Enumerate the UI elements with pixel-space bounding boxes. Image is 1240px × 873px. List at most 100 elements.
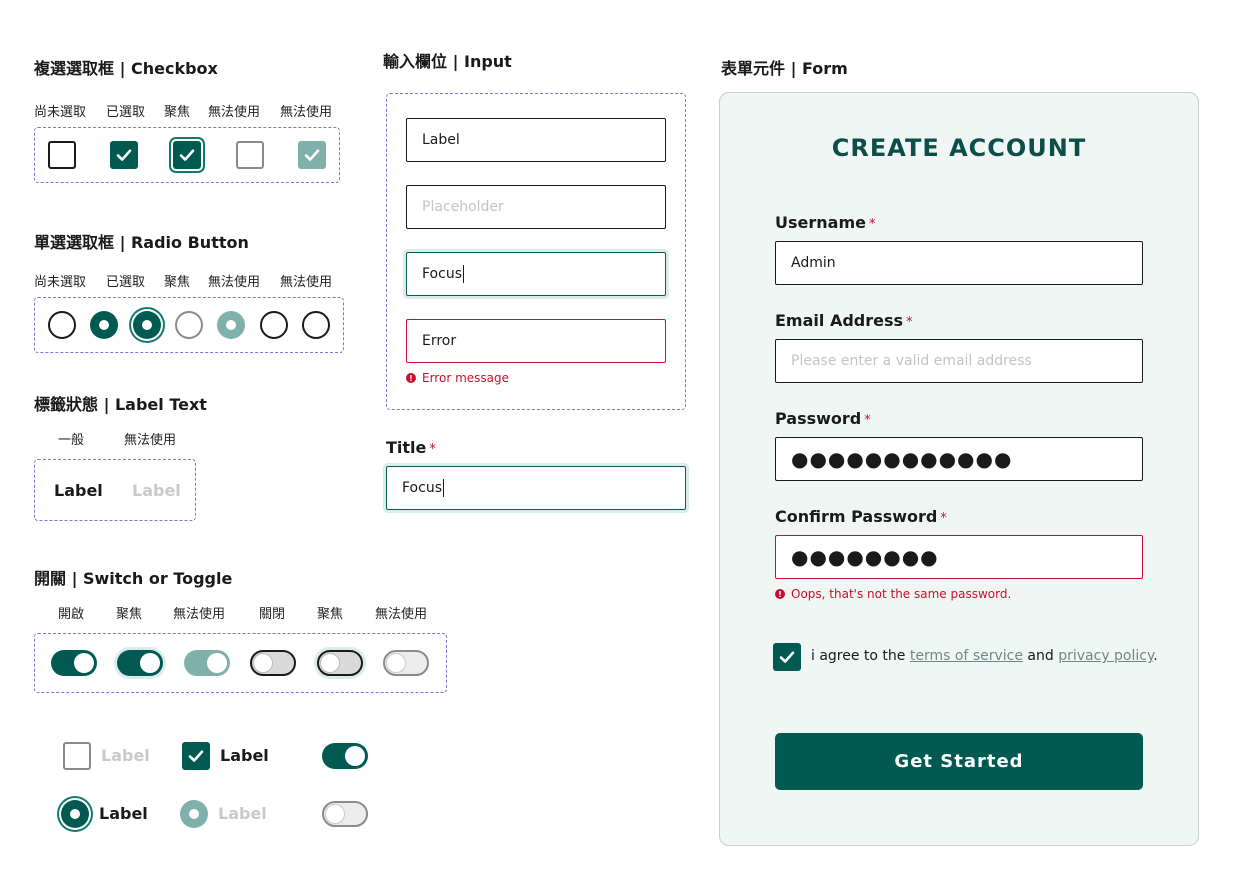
titled-input-focused[interactable]: Focus — [386, 466, 686, 510]
toggle-state-on-focus-label: 聚焦 — [116, 607, 143, 622]
confirm-password-error: ! Oops, that's not the same password. — [775, 587, 1011, 601]
get-started-button[interactable]: Get Started — [775, 733, 1143, 790]
label-text-section-title: 標籤狀態 | Label Text — [34, 395, 207, 414]
checkbox-disabled — [236, 141, 264, 169]
combo-radio-disabled-label: Label — [218, 804, 267, 823]
checkbox-state-disabled-label: 無法使用 — [208, 105, 261, 120]
combo-checkbox-checked-label: Label — [220, 746, 269, 765]
privacy-policy-link[interactable]: privacy policy — [1058, 648, 1153, 664]
required-mark: * — [429, 442, 436, 457]
error-icon: ! — [406, 373, 416, 383]
agree-checkbox[interactable] — [773, 643, 801, 671]
input-section-title: 輸入欄位 | Input — [383, 52, 512, 71]
titled-input-label-text: Title — [386, 438, 427, 457]
required-mark: * — [940, 511, 947, 526]
required-mark: * — [864, 413, 871, 428]
input-error-message-text: Error message — [422, 371, 509, 385]
combo-checkbox-disabled — [63, 742, 91, 770]
checkbox-checked[interactable] — [110, 141, 138, 169]
radio-disabled — [175, 311, 203, 339]
agree-text: i agree to the terms of service and priv… — [811, 648, 1158, 664]
combo-checkbox-checked[interactable] — [182, 742, 210, 770]
username-input[interactable]: Admin — [775, 241, 1143, 285]
toggle-on-disabled — [184, 650, 230, 676]
checkbox-state-unchecked-label: 尚未選取 — [34, 105, 87, 120]
toggle-knob — [74, 653, 94, 673]
toggle-knob — [320, 653, 340, 673]
radio-state-unselected-label: 尚未選取 — [34, 275, 87, 290]
checkbox-state-focus-label: 聚焦 — [164, 105, 191, 120]
titled-input-label: Title * — [386, 438, 436, 457]
combo-toggle-on[interactable] — [322, 743, 368, 769]
checkbox-unchecked[interactable] — [48, 141, 76, 169]
input-placeholder[interactable]: Placeholder — [406, 185, 666, 229]
radio-state-disabled-label: 無法使用 — [208, 275, 261, 290]
toggle-off-focused[interactable] — [317, 650, 363, 676]
text-caret — [462, 265, 464, 283]
radio-unselected-extra-2[interactable] — [302, 311, 330, 339]
error-icon: ! — [775, 589, 785, 599]
label-state-normal: 一般 — [58, 433, 85, 448]
username-value: Admin — [791, 255, 836, 271]
required-mark: * — [906, 315, 913, 330]
email-input[interactable]: Please enter a valid email address — [775, 339, 1143, 383]
password-label-text: Password — [775, 409, 862, 428]
checkbox-focused[interactable] — [173, 141, 201, 169]
input-with-value[interactable]: Label — [406, 118, 666, 162]
radio-state-selected-label: 已選取 — [106, 275, 146, 290]
email-label: Email Address * — [775, 311, 913, 330]
input-placeholder-text: Placeholder — [422, 199, 504, 215]
confirm-password-value: ●●●●●●●● — [791, 545, 939, 569]
confirm-password-input[interactable]: ●●●●●●●● — [775, 535, 1143, 579]
radio-selected[interactable] — [90, 311, 118, 339]
toggle-on-focused[interactable] — [117, 650, 163, 676]
radio-disabled-selected — [217, 311, 245, 339]
label-disabled-sample: Label — [132, 481, 181, 500]
checkbox-section-title: 複選選取框 | Checkbox — [34, 59, 218, 78]
radio-unselected-extra[interactable] — [260, 311, 288, 339]
toggle-state-off-label: 關閉 — [259, 607, 286, 622]
check-icon — [779, 651, 795, 663]
titled-input-value: Focus — [402, 480, 442, 496]
input-focused[interactable]: Focus — [406, 252, 666, 296]
form-section-title: 表單元件 | Form — [721, 59, 848, 78]
radio-unselected[interactable] — [48, 311, 76, 339]
combo-radio-selected[interactable] — [61, 800, 89, 828]
radio-focused[interactable] — [133, 311, 161, 339]
toggle-knob — [253, 653, 273, 673]
combo-checkbox-disabled-label: Label — [101, 746, 150, 765]
username-label: Username * — [775, 213, 875, 232]
confirm-password-label: Confirm Password * — [775, 507, 947, 526]
input-focused-value: Focus — [422, 266, 462, 282]
check-icon — [116, 149, 132, 161]
confirm-password-label-text: Confirm Password — [775, 507, 938, 526]
toggle-on[interactable] — [51, 650, 97, 676]
combo-radio-disabled — [180, 800, 208, 828]
input-error-message: ! Error message — [406, 371, 509, 385]
password-label: Password * — [775, 409, 871, 428]
toggle-state-on-disabled-label: 無法使用 — [173, 607, 226, 622]
radio-state-disabled-selected-label: 無法使用 — [280, 275, 333, 290]
email-label-text: Email Address — [775, 311, 904, 330]
input-error[interactable]: Error — [406, 319, 666, 363]
toggle-knob — [345, 746, 365, 766]
password-value: ●●●●●●●●●●●● — [791, 447, 1013, 471]
password-input[interactable]: ●●●●●●●●●●●● — [775, 437, 1143, 481]
checkbox-state-checked-label: 已選取 — [106, 105, 146, 120]
toggle-knob — [386, 653, 406, 673]
agree-suffix: . — [1153, 648, 1158, 664]
label-state-disabled: 無法使用 — [124, 433, 177, 448]
check-icon — [188, 750, 204, 762]
toggle-state-on-label: 開啟 — [58, 607, 85, 622]
confirm-password-error-text: Oops, that's not the same password. — [791, 587, 1012, 601]
text-caret — [442, 479, 444, 497]
toggle-state-off-disabled-label: 無法使用 — [375, 607, 428, 622]
combo-radio-selected-label: Label — [99, 804, 148, 823]
input-value: Label — [422, 132, 460, 148]
toggle-state-off-focus-label: 聚焦 — [317, 607, 344, 622]
toggle-off[interactable] — [250, 650, 296, 676]
terms-of-service-link[interactable]: terms of service — [910, 648, 1023, 664]
email-placeholder: Please enter a valid email address — [791, 353, 1032, 369]
form-heading: CREATE ACCOUNT — [831, 134, 1087, 162]
check-icon — [179, 149, 195, 161]
